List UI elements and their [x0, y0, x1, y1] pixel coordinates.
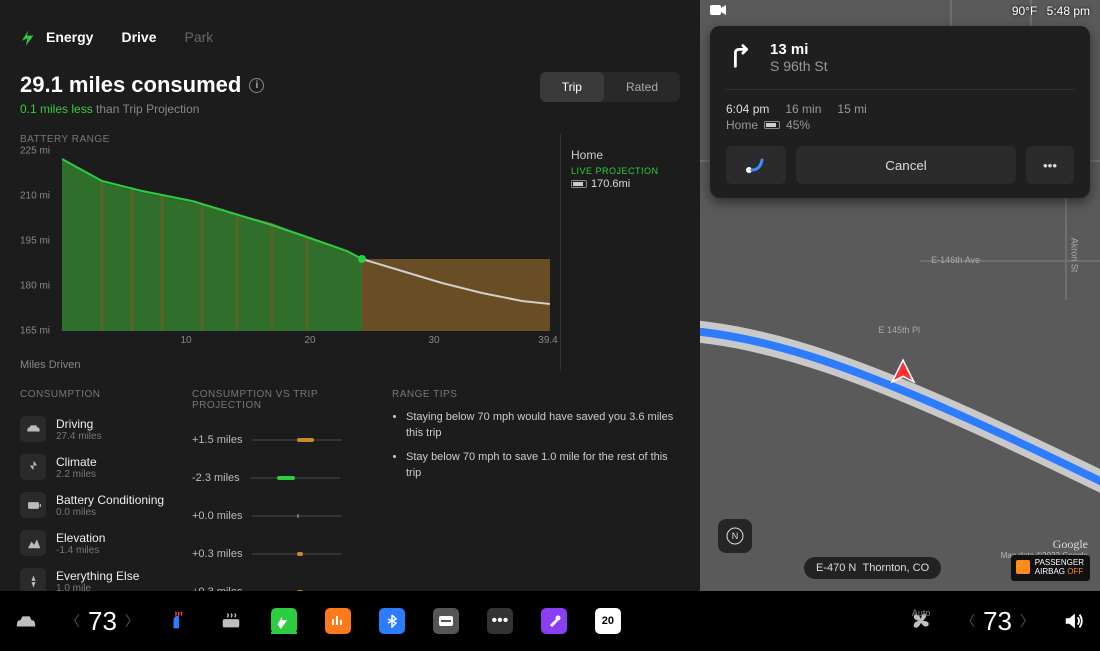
range-tip: Staying below 70 mph would have saved yo… — [406, 410, 680, 442]
nav-cancel-button[interactable]: Cancel — [796, 146, 1016, 184]
turn-right-icon — [726, 40, 756, 75]
nav-card: 13 mi S 96th St 6:04 pm 16 min 15 mi Hom… — [710, 26, 1090, 198]
x-tick: 30 — [428, 335, 439, 346]
nav-dest-name: Home — [726, 118, 758, 132]
consumption-icon — [20, 492, 46, 518]
consumed-title: 29.1 miles consumed — [20, 72, 241, 98]
driver-temp-value: 73 — [88, 606, 117, 637]
temp-down-icon[interactable]: 〈 — [66, 611, 80, 631]
nav-remaining: 15 mi — [837, 102, 866, 116]
compass-button[interactable]: N — [718, 519, 752, 553]
passenger-temp[interactable]: 〈 73 〉 — [961, 606, 1034, 637]
delta-rest: than Trip Projection — [93, 102, 200, 116]
consumption-icon — [20, 530, 46, 556]
car-icon[interactable] — [14, 609, 38, 633]
y-tick: 180 mi — [20, 281, 50, 292]
tab-energy[interactable]: Energy — [20, 28, 93, 46]
consumption-row[interactable]: Elevation-1.4 miles — [20, 524, 180, 562]
road-label: E-146th Ave — [931, 255, 980, 265]
vs-projection-title: CONSUMPTION VS TRIP PROJECTION — [192, 389, 380, 411]
defrost-icon[interactable] — [219, 609, 243, 633]
x-tick: 39.4 — [538, 335, 557, 346]
temp-up-icon[interactable]: 〉 — [1020, 611, 1034, 631]
road-label: Akron St — [1070, 238, 1080, 273]
tab-drive[interactable]: Drive — [121, 29, 156, 45]
nav-eta: 6:04 pm — [726, 102, 769, 116]
y-axis-title: BATTERY RANGE — [20, 134, 560, 145]
range-chart: 225 mi 210 mi 195 mi 180 mi 165 mi — [20, 151, 550, 331]
map[interactable]: Yosemite St Akron St E-146th Ave E 145th… — [700, 0, 1100, 591]
passenger-temp-value: 73 — [983, 606, 1012, 637]
app-more-icon[interactable]: ••• — [487, 608, 513, 634]
y-tick: 195 mi — [20, 236, 50, 247]
consumption-row[interactable]: Driving27.4 miles — [20, 410, 180, 448]
trip-rated-segmented[interactable]: Trip Rated — [540, 72, 680, 102]
tab-park[interactable]: Park — [185, 29, 214, 45]
nav-street: S 96th St — [770, 58, 828, 74]
nav-duration: 16 min — [785, 102, 821, 116]
clock: 5:48 pm — [1047, 4, 1090, 18]
temp-up-icon[interactable]: 〉 — [125, 611, 139, 631]
bottom-dock: 〈 73 〉 ••• 20 Auto 〈 73 〉 — [0, 591, 1100, 651]
app-energy-icon[interactable] — [271, 608, 297, 634]
location-pill: E-470 N Thornton, CO — [804, 557, 941, 579]
dashcam-icon[interactable] — [710, 4, 726, 19]
airbag-indicator: PASSENGER AIRBAG OFF — [1011, 555, 1090, 581]
consumption-icon — [20, 416, 46, 442]
delta-row: +0.0 miles — [192, 497, 380, 535]
fan-auto-label: Auto — [912, 608, 931, 618]
range-tip: Stay below 70 mph to save 1.0 mile for t… — [406, 450, 680, 482]
range-tips-title: RANGE TIPS — [392, 389, 680, 400]
svg-text:N: N — [732, 531, 739, 541]
x-tick: 20 — [304, 335, 315, 346]
battery-icon — [571, 180, 587, 188]
app-bluetooth-icon[interactable] — [379, 608, 405, 634]
page-title: 29.1 miles consumed i — [20, 72, 264, 98]
consumption-icon — [20, 454, 46, 480]
app-calendar-icon[interactable]: 20 — [595, 608, 621, 634]
nav-waypoint-button[interactable] — [726, 146, 786, 184]
driver-temp[interactable]: 〈 73 〉 — [66, 606, 139, 637]
consumption-row[interactable]: Climate2.2 miles — [20, 448, 180, 486]
nav-dest-soc: 45% — [786, 118, 810, 132]
seat-heater-icon[interactable] — [167, 609, 191, 633]
delta-accent: 0.1 miles less — [20, 102, 93, 116]
outside-temp: 90°F — [1012, 4, 1037, 18]
delta-row: -2.3 miles — [192, 459, 380, 497]
nav-distance: 13 mi — [770, 41, 828, 58]
app-radio-icon[interactable] — [433, 608, 459, 634]
tab-energy-label: Energy — [46, 29, 93, 45]
delta-row: +1.5 miles — [192, 421, 380, 459]
consumption-row[interactable]: Battery Conditioning0.0 miles — [20, 486, 180, 524]
app-music-icon[interactable] — [325, 608, 351, 634]
delta-row: +0.3 miles — [192, 535, 380, 573]
battery-icon — [764, 121, 780, 129]
seg-trip[interactable]: Trip — [540, 72, 604, 102]
nav-more-button[interactable]: ••• — [1026, 146, 1074, 184]
volume-icon[interactable] — [1062, 609, 1086, 633]
app-karaoke-icon[interactable] — [541, 608, 567, 634]
x-axis-title: Miles Driven — [20, 359, 560, 371]
live-projection-label: LIVE PROJECTION — [571, 166, 680, 176]
x-tick: 10 — [180, 335, 191, 346]
consumption-title: CONSUMPTION — [20, 389, 180, 400]
seg-rated[interactable]: Rated — [604, 72, 680, 102]
temp-down-icon[interactable]: 〈 — [961, 611, 975, 631]
vehicle-marker — [890, 358, 916, 389]
live-projection-value: 170.6mi — [591, 178, 630, 190]
chart-dest-label: Home — [571, 148, 680, 162]
y-tick: 225 mi — [20, 146, 50, 157]
info-icon[interactable]: i — [249, 78, 264, 93]
y-tick: 210 mi — [20, 191, 50, 202]
range-tips-list: Staying below 70 mph would have saved yo… — [392, 410, 680, 482]
